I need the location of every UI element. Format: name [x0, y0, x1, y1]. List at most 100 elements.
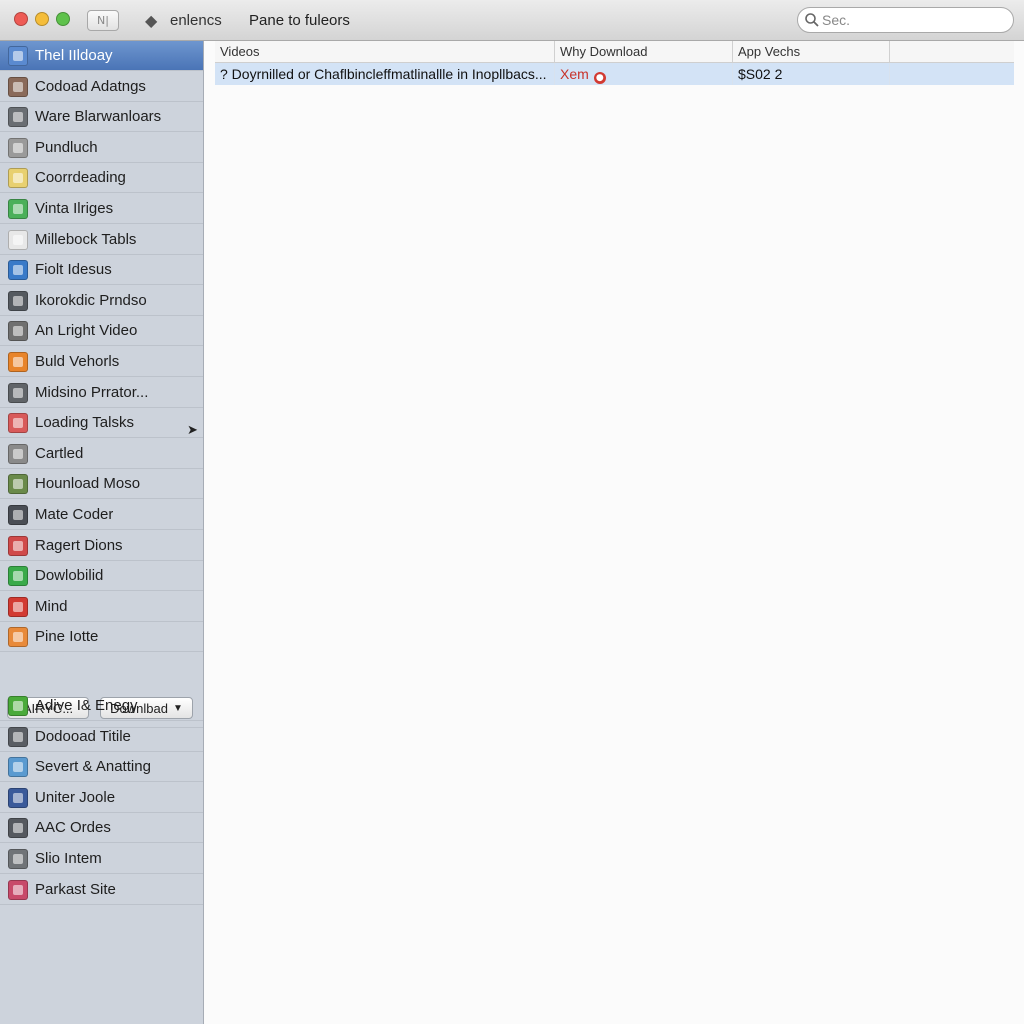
error-icon[interactable]: ●	[593, 72, 606, 84]
sidebar-item[interactable]: Pundluch	[0, 133, 203, 163]
sidebar-item[interactable]: Adive I& Enegy	[0, 691, 203, 721]
map-icon	[8, 756, 28, 777]
sidebar-item-label: Fiolt Idesus	[35, 261, 112, 278]
music-icon	[8, 596, 28, 617]
sidebar-item[interactable]: Fiolt Idesus	[0, 255, 203, 285]
sidebar-item[interactable]: Slio Intem	[0, 844, 203, 874]
column-header-videos[interactable]: Videos	[215, 41, 555, 63]
search-icon	[805, 13, 819, 27]
sidebar-item-label: Ikorokdic Prndso	[35, 292, 147, 309]
globe-icon	[8, 259, 28, 280]
sidebar-item[interactable]: Vinta Ilriges	[0, 194, 203, 224]
sidebar-item-label: Cartled	[35, 445, 84, 462]
sidebar-item[interactable]: Loading Talsks	[0, 408, 203, 438]
sidebar-item-label: Midsino Prrator...	[35, 384, 149, 401]
sidebar-item-label: Pine Iotte	[35, 628, 99, 645]
sidebar-item[interactable]: Pine Iotte	[0, 622, 203, 652]
sidebar-item-label: Mind	[35, 598, 68, 615]
sidebar-item[interactable]: Midsino Prrator...	[0, 378, 203, 408]
sidebar-item-label: Buld Vehorls	[35, 353, 120, 370]
tools-icon	[8, 412, 28, 433]
terminal-icon	[8, 504, 28, 525]
sidebar-item[interactable]: Severt & Anatting	[0, 752, 203, 782]
sidebar-item-label: Ragert Dions	[35, 537, 123, 554]
sidebar-item[interactable]: An Lright Video	[0, 316, 203, 346]
sidebar-item-label: Slio Intem	[35, 850, 102, 867]
document-icon	[8, 229, 28, 250]
table-cell-status: Xem ●	[555, 63, 733, 85]
drive-icon	[8, 76, 28, 97]
power-icon	[8, 695, 28, 716]
sidebar-item-label: Coorrdeading	[35, 169, 126, 186]
sidebar-item[interactable]: Ware Blarwanloars	[0, 102, 203, 132]
folder-icon	[8, 45, 28, 66]
sidebar-item-label: Parkast Site	[35, 881, 116, 898]
downloads-table: Videos Why Download App Vechs ? Doyrnill…	[215, 41, 1014, 85]
sidebar-item[interactable]: Codoad Adatngs	[0, 72, 203, 102]
sidebar-item-label: Dodooad Titile	[35, 728, 131, 745]
mouse-cursor-icon: ➤	[187, 422, 198, 437]
printer-icon	[8, 137, 28, 158]
sidebar-item-label: Thel IIldoay	[35, 47, 113, 64]
sidebar-item[interactable]: Cartled	[0, 439, 203, 469]
sidebar-item[interactable]: Ragert Dions	[0, 531, 203, 561]
sidebar-item-label: Loading Talsks	[35, 414, 134, 431]
puzzle-icon	[8, 626, 28, 647]
breadcrumb[interactable]: enlencs	[170, 12, 222, 29]
sidebar-item[interactable]: Ikorokdic Prndso	[0, 286, 203, 316]
clipboard-icon	[8, 535, 28, 556]
zoom-window-button[interactable]	[56, 12, 70, 26]
sidebar-item[interactable]: Parkast Site	[0, 875, 203, 905]
sidebar-item[interactable]: Dowlobilid	[0, 561, 203, 591]
sidebar-item[interactable]: Buld Vehorls	[0, 347, 203, 377]
photo-icon	[8, 198, 28, 219]
table-cell-empty	[890, 63, 1014, 85]
note-icon	[8, 167, 28, 188]
column-header-app-vechs[interactable]: App Vechs	[733, 41, 890, 63]
sidebar-item-label: Mate Coder	[35, 506, 114, 523]
sidebar-item[interactable]: Dodooad Titile	[0, 722, 203, 752]
book-icon	[8, 726, 28, 747]
sidebar-item[interactable]: Millebock Tabls	[0, 225, 203, 255]
main-content: Videos Why Download App Vechs ? Doyrnill…	[205, 41, 1024, 1024]
back-arrow-icon[interactable]: ◆	[145, 11, 157, 31]
mug-icon	[8, 473, 28, 494]
sidebar-item[interactable]: Thel IIldoay	[0, 41, 203, 71]
sidebar-item-label: Adive I& Enegy	[35, 697, 138, 714]
column-header-empty[interactable]	[890, 41, 1014, 63]
sidebar-item[interactable]: Uniter Joole	[0, 783, 203, 813]
lock-icon	[8, 106, 28, 127]
sidebar-item[interactable]: Hounload Moso	[0, 469, 203, 499]
sidebar-item[interactable]: AAC Ordes	[0, 813, 203, 843]
sidebar-item-label: Dowlobilid	[35, 567, 104, 584]
bookmark-icon	[8, 879, 28, 900]
table-cell-video: ? Doyrnilled or Chaflbincleffmatlinallle…	[215, 63, 555, 85]
sidebar-item[interactable]: Mate Coder	[0, 500, 203, 530]
status-label: Xem	[560, 66, 589, 82]
sidebar-item-label: AAC Ordes	[35, 819, 111, 836]
gear-icon	[8, 848, 28, 869]
search-input[interactable]	[822, 11, 1002, 29]
table-row[interactable]: ? Doyrnilled or Chaflbincleffmatlinallle…	[215, 63, 1014, 85]
sidebar-item-label: An Lright Video	[35, 322, 138, 339]
sidebar-item-label: Codoad Adatngs	[35, 78, 146, 95]
sidebar-item[interactable]: Mind	[0, 592, 203, 622]
sidebar: AIRYC... Downlbad ▼ Thel IIldoay Codoad A…	[0, 41, 204, 1024]
view-toggle-button[interactable]: N|	[87, 10, 119, 31]
column-header-why-download[interactable]: Why Download	[555, 41, 733, 63]
close-window-button[interactable]	[14, 12, 28, 26]
calendar-icon	[8, 443, 28, 464]
sidebar-item-label: Severt & Anatting	[35, 758, 151, 775]
sidebar-item-label: Pundluch	[35, 139, 98, 156]
upload-arrow-icon	[8, 565, 28, 586]
camera-icon	[8, 320, 28, 341]
sidebar-item-label: Hounload Moso	[35, 475, 141, 492]
table-cell-app-vechs: $S02 2	[733, 63, 890, 85]
monitor-icon	[8, 382, 28, 403]
window-title: Pane to fuleors	[249, 12, 350, 29]
toolbar: N| ◆ enlencs Pane to fuleors	[0, 0, 1024, 41]
minimize-window-button[interactable]	[35, 12, 49, 26]
sidebar-item-label: Vinta Ilriges	[35, 200, 114, 217]
sidebar-item[interactable]: Coorrdeading	[0, 163, 203, 193]
search-field[interactable]	[797, 7, 1014, 33]
